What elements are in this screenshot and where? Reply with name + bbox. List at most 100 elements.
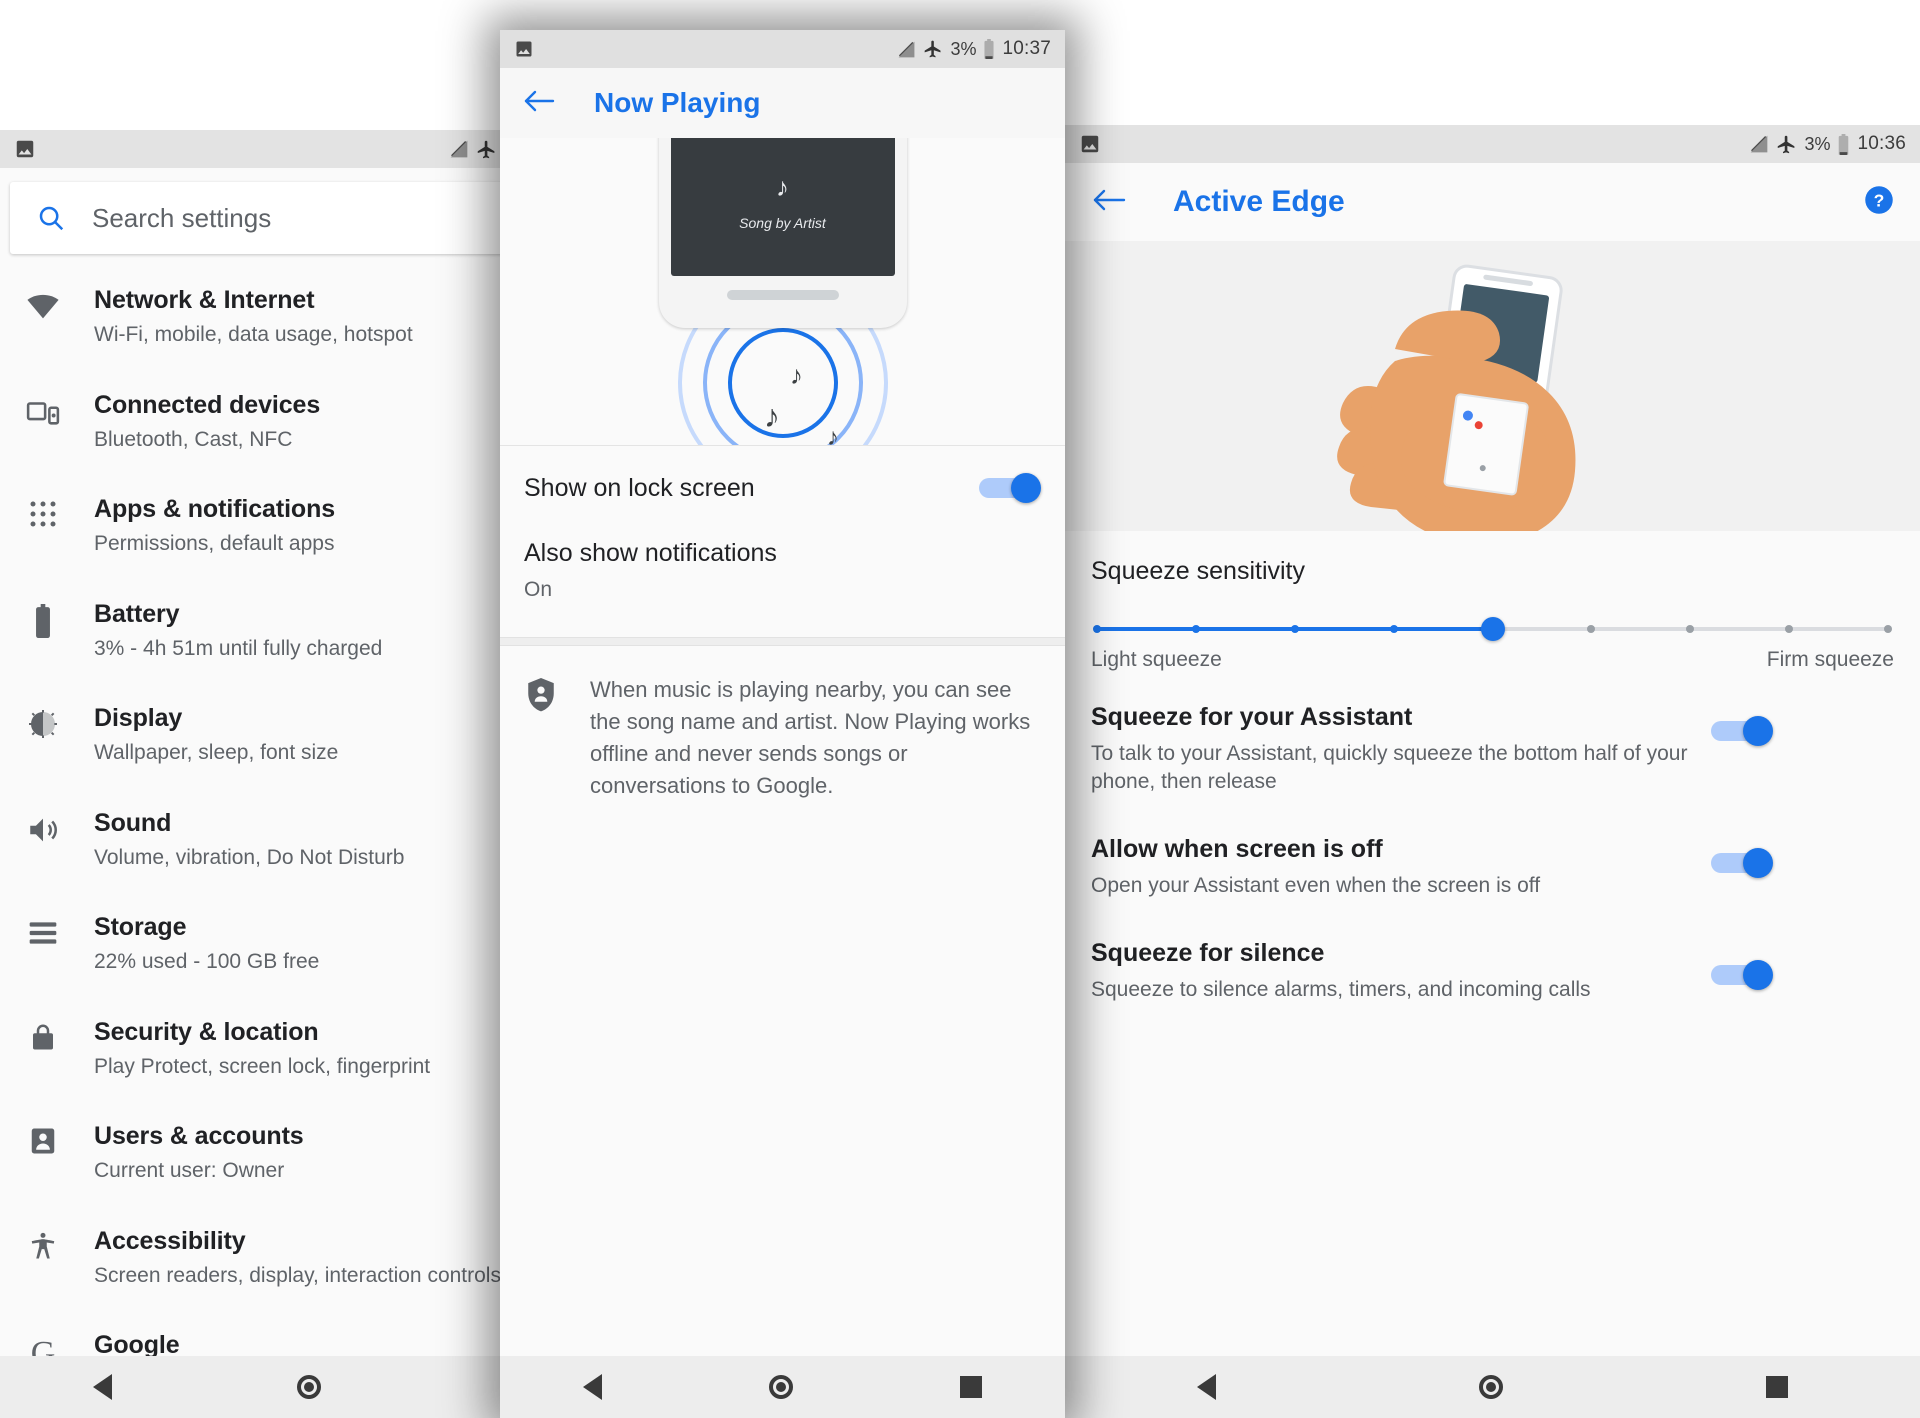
row-title: Show on lock screen — [524, 474, 755, 502]
sidebar-item-label: Accessibility — [94, 1226, 246, 1255]
back-triangle-icon[interactable] — [1196, 1374, 1216, 1400]
apps-grid-icon — [22, 493, 64, 529]
status-bar-notifications — [514, 39, 534, 59]
row-squeeze-for-assistant[interactable]: Squeeze for your Assistant To talk to yo… — [1091, 672, 1894, 796]
privacy-info-block: When music is playing nearby, you can se… — [500, 646, 1065, 802]
back-triangle-icon[interactable] — [583, 1374, 603, 1400]
active-edge-illustration — [1065, 241, 1920, 531]
phone-speaker-bar — [726, 290, 839, 300]
page-title: Active Edge — [1173, 185, 1345, 218]
volume-icon — [22, 807, 64, 847]
wifi-icon — [22, 284, 64, 324]
music-note-icon: ♪ — [764, 398, 780, 434]
row-subtitle: To talk to your Assistant, quickly squee… — [1091, 742, 1688, 793]
sidebar-item-label: Connected devices — [94, 390, 321, 419]
section-divider — [500, 637, 1065, 647]
slider-tick[interactable] — [1191, 625, 1200, 633]
help-circle-icon[interactable]: ? — [1864, 185, 1894, 220]
phone-illustration: ♪ Song by Artist — [658, 138, 907, 328]
sidebar-item-label: Apps & notifications — [94, 495, 336, 523]
sidebar-item-sublabel: Permissions, default apps — [94, 532, 335, 556]
now-playing-illustration: ♪ Song by Artist ♪ ♪ ♪ — [500, 138, 1065, 446]
sidebar-item-label: Battery — [94, 599, 180, 628]
home-circle-icon[interactable] — [1478, 1375, 1503, 1399]
toggle-squeeze-for-assistant[interactable] — [1711, 716, 1773, 746]
page-title: Now Playing — [594, 87, 761, 118]
back-triangle-icon[interactable] — [92, 1374, 112, 1400]
storage-icon — [22, 911, 64, 949]
slider-tick[interactable] — [1093, 625, 1101, 633]
google-g-icon: G — [30, 1335, 56, 1356]
image-icon — [1081, 135, 1099, 153]
sidebar-item-label: Display — [94, 704, 183, 732]
active-edge-settings: Squeeze sensitivity Light squeeze Firm s… — [1065, 531, 1920, 1356]
slider-tick[interactable] — [1884, 625, 1892, 633]
row-show-on-lock-screen[interactable]: Show on lock screen — [500, 446, 1065, 531]
accessibility-icon — [22, 1225, 64, 1261]
devices-icon — [22, 389, 64, 429]
row-also-show-notifications[interactable]: Also show notifications On — [500, 531, 1065, 638]
signal-off-icon — [1751, 135, 1768, 153]
account-icon — [22, 1120, 64, 1156]
battery-icon — [1839, 133, 1849, 155]
navigation-bar — [1065, 1356, 1920, 1418]
app-bar: Now Playing — [500, 68, 1065, 138]
arrow-back-icon[interactable] — [1091, 187, 1127, 218]
sidebar-item-sublabel: Wallpaper, sleep, font size — [94, 741, 339, 765]
squeeze-sensitivity-slider[interactable] — [1091, 608, 1894, 652]
home-circle-icon[interactable] — [296, 1375, 321, 1399]
battery-percent: 3% — [1804, 133, 1831, 154]
status-bar: 3% 10:37 — [500, 30, 1065, 68]
active-edge-panel: 3% 10:36 Active Edge ? Squeeze sensitivi… — [1065, 125, 1920, 1418]
slider-tick[interactable] — [1785, 625, 1794, 633]
status-bar-notifications — [1079, 133, 1101, 155]
navigation-bar — [500, 1356, 1065, 1418]
row-title: Squeeze for your Assistant — [1091, 703, 1413, 731]
sidebar-item-sublabel: 3% - 4h 51m until fully charged — [94, 636, 383, 660]
slider-thumb[interactable] — [1480, 617, 1505, 641]
app-bar: Active Edge ? — [1065, 163, 1920, 241]
toggle-knob — [1743, 847, 1773, 878]
sidebar-item-sublabel: Current user: Owner — [94, 1159, 285, 1183]
sidebar-item-sublabel: 22% used - 100 GB free — [94, 950, 320, 974]
toggle-squeeze-for-silence[interactable] — [1711, 959, 1773, 990]
slider-tick[interactable] — [1686, 625, 1695, 633]
now-playing-panel: 3% 10:37 Now Playing ♪ Song by Artist ♪ … — [500, 30, 1065, 1418]
home-circle-icon[interactable] — [768, 1375, 793, 1399]
recents-square-icon[interactable] — [1766, 1376, 1789, 1398]
sidebar-item-label: Users & accounts — [94, 1122, 304, 1150]
airplane-mode-icon — [925, 40, 941, 58]
toggle-knob — [1743, 959, 1773, 990]
svg-text:?: ? — [1874, 190, 1885, 210]
row-subtitle: Open your Assistant even when the screen… — [1091, 873, 1541, 897]
row-title: Allow when screen is off — [1091, 834, 1383, 863]
slider-tick[interactable] — [1587, 625, 1596, 633]
row-value: On — [524, 578, 553, 601]
search-placeholder: Search settings — [92, 202, 272, 233]
sidebar-item-sublabel: Volume, vibration, Do Not Disturb — [94, 845, 405, 869]
sidebar-item-label: Sound — [94, 808, 172, 837]
phone-screen: ♪ Song by Artist — [670, 138, 895, 276]
slider-tick[interactable] — [1290, 625, 1299, 633]
slider-tick[interactable] — [1389, 625, 1398, 633]
music-note-icon: ♪ — [790, 360, 803, 390]
toggle-allow-when-screen-off[interactable] — [1711, 847, 1773, 878]
row-squeeze-for-silence[interactable]: Squeeze for silence Squeeze to silence a… — [1091, 900, 1894, 1004]
signal-off-icon — [451, 140, 468, 158]
lock-icon — [22, 1016, 64, 1052]
battery-icon — [984, 39, 994, 59]
status-bar-system-icons: 3% 10:36 — [1749, 133, 1906, 155]
status-bar-clock: 10:37 — [1002, 38, 1051, 59]
toggle-show-on-lock-screen[interactable] — [979, 473, 1041, 504]
arrow-back-icon[interactable] — [522, 87, 556, 119]
toggle-knob — [1743, 716, 1773, 746]
battery-icon — [22, 598, 64, 638]
toggle-knob — [1011, 473, 1041, 504]
recents-square-icon[interactable] — [959, 1376, 982, 1398]
row-allow-when-screen-off[interactable]: Allow when screen is off Open your Assis… — [1091, 796, 1894, 900]
row-subtitle: Squeeze to silence alarms, timers, and i… — [1091, 977, 1591, 1001]
status-bar: 3% 10:36 — [1065, 125, 1920, 163]
sidebar-item-label: Network & Internet — [94, 286, 315, 314]
signal-off-icon — [899, 41, 915, 57]
sidebar-item-label: Storage — [94, 913, 187, 941]
